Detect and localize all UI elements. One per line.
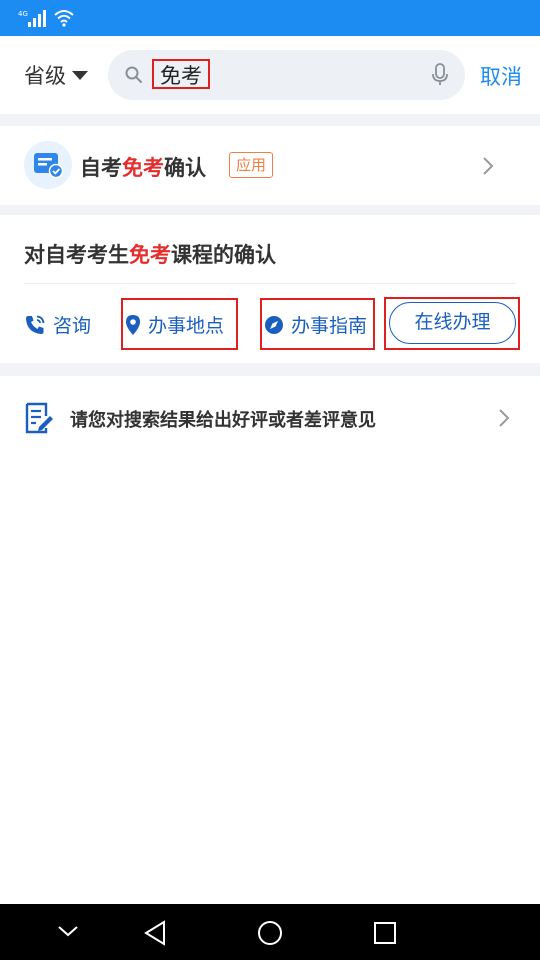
hide-keyboard-icon[interactable] <box>57 924 79 938</box>
phone-icon <box>26 315 45 334</box>
app-badge: 应用 <box>229 152 274 178</box>
caret-down-icon <box>72 70 88 80</box>
signal-icon: 4G <box>18 10 46 27</box>
service-title-highlight: 免考 <box>129 243 171 267</box>
app-result-card[interactable]: 自考免考确认 应用 <box>0 126 540 205</box>
chevron-right-icon[interactable] <box>498 408 510 428</box>
divider <box>24 283 516 284</box>
compass-icon <box>265 315 283 334</box>
service-title-pre: 对自考考生 <box>24 243 129 267</box>
feedback-prompt[interactable]: 请您对搜索结果给出好评或者差评意见 <box>70 406 376 432</box>
cancel-button[interactable]: 取消 <box>480 61 522 91</box>
search-input[interactable]: 免考 <box>152 59 210 89</box>
search-icon <box>125 66 142 83</box>
status-bar: 4G <box>0 0 540 36</box>
navigation-bar <box>0 904 540 960</box>
app-title-pre: 自考 <box>80 156 122 180</box>
search-header: 省级 免考 取消 <box>0 36 540 114</box>
app-title-highlight: 免考 <box>122 156 164 180</box>
province-label: 省级 <box>24 64 66 88</box>
svg-text:4G: 4G <box>18 10 28 18</box>
wifi-icon <box>54 10 74 27</box>
consult-label: 咨询 <box>53 315 92 337</box>
app-title-post: 确认 <box>164 156 206 180</box>
location-label: 办事地点 <box>148 315 225 337</box>
location-button[interactable]: 办事地点 <box>125 311 224 338</box>
province-selector[interactable]: 省级 <box>24 60 88 90</box>
app-icon <box>24 141 72 189</box>
service-title-post: 课程的确认 <box>171 243 276 267</box>
app-title: 自考免考确认 <box>80 152 206 182</box>
guide-button[interactable]: 办事指南 <box>264 311 367 338</box>
chevron-right-icon <box>483 157 494 175</box>
online-processing-button[interactable]: 在线办理 <box>389 302 516 344</box>
location-pin-icon <box>126 314 140 335</box>
service-card: 对自考考生免考课程的确认 咨询 办事地点 办事指南 在线办理 <box>0 215 540 363</box>
service-title[interactable]: 对自考考生免考课程的确认 <box>24 239 276 269</box>
back-icon[interactable] <box>143 920 167 946</box>
search-box[interactable]: 免考 <box>108 50 465 100</box>
home-icon[interactable] <box>257 920 283 946</box>
feedback-edit-icon <box>25 402 53 434</box>
feedback-area: 请您对搜索结果给出好评或者差评意见 <box>0 376 540 904</box>
recent-apps-icon[interactable] <box>373 921 397 945</box>
certificate-icon <box>34 153 64 179</box>
guide-label: 办事指南 <box>291 315 368 337</box>
microphone-icon[interactable] <box>431 63 449 87</box>
consult-button[interactable]: 咨询 <box>24 311 91 338</box>
